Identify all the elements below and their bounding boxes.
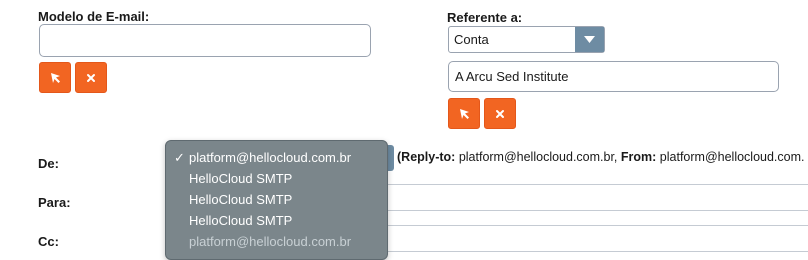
related-type-value: Conta <box>454 32 489 47</box>
related-record-input[interactable]: A Arcu Sed Institute <box>448 61 779 92</box>
reply-to-info: (Reply-to: platform@hellocloud.com.br, F… <box>397 150 805 164</box>
caret-down-icon[interactable] <box>575 27 604 52</box>
dropdown-option-label: HelloCloud SMTP <box>189 192 293 207</box>
reply-to-value: platform@hellocloud.com.br, <box>458 150 618 164</box>
from-label: De: <box>38 156 59 171</box>
dropdown-option[interactable]: HelloCloud SMTP <box>166 210 387 231</box>
close-x-icon <box>87 73 95 82</box>
cursor-arrow-icon <box>459 109 469 119</box>
dropdown-option[interactable]: platform@hellocloud.com.br <box>166 231 387 252</box>
dropdown-option-label: platform@hellocloud.com.br <box>189 234 352 249</box>
dropdown-option[interactable]: HelloCloud SMTP <box>166 189 387 210</box>
checkmark-icon: ✓ <box>174 150 185 165</box>
related-to-label: Referente a: <box>447 10 523 25</box>
select-related-button[interactable] <box>448 98 480 129</box>
cursor-arrow-icon <box>50 73 60 83</box>
clear-related-button[interactable] <box>484 98 516 129</box>
dropdown-option-label: HelloCloud SMTP <box>189 213 293 228</box>
clear-template-button[interactable] <box>75 62 107 93</box>
dropdown-option-label: platform@hellocloud.com.br <box>189 150 352 165</box>
dropdown-option[interactable]: ✓ platform@hellocloud.com.br <box>166 147 387 168</box>
from-dropdown-menu[interactable]: ✓ platform@hellocloud.com.br HelloCloud … <box>165 140 388 260</box>
reply-to-label: (Reply-to: <box>397 150 456 164</box>
email-template-label: Modelo de E-mail: <box>38 9 150 24</box>
cc-input[interactable] <box>380 225 808 252</box>
from-info-value: platform@hellocloud.com. <box>659 150 805 164</box>
to-input[interactable] <box>380 184 808 211</box>
email-template-input[interactable] <box>39 24 371 57</box>
dropdown-option-label: HelloCloud SMTP <box>189 171 293 186</box>
close-x-icon <box>496 109 504 118</box>
cc-label: Cc: <box>38 234 59 249</box>
to-label: Para: <box>38 195 71 210</box>
related-type-select[interactable]: Conta <box>448 26 605 53</box>
from-info-label: From: <box>620 150 657 164</box>
select-template-button[interactable] <box>39 62 71 93</box>
dropdown-option[interactable]: HelloCloud SMTP <box>166 168 387 189</box>
